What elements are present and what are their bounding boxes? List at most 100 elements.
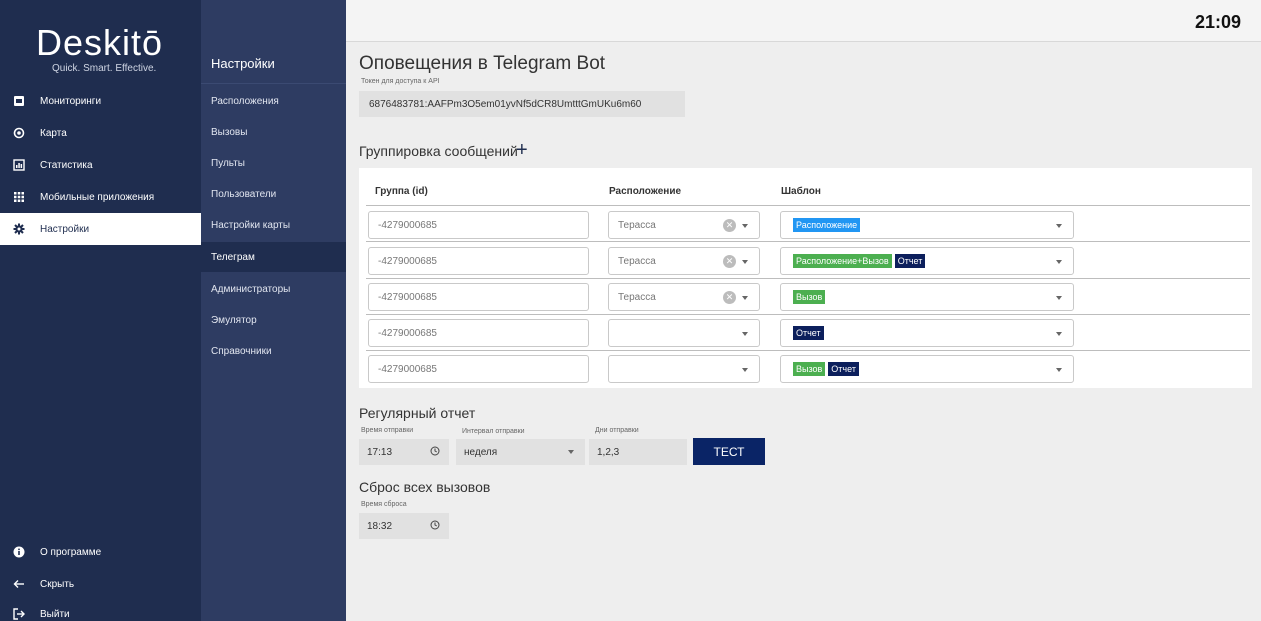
template-tag[interactable]: Отчет	[894, 254, 926, 268]
row-divider	[366, 278, 1250, 279]
sidebar-item-mobile-apps[interactable]: Мобильные приложения	[0, 181, 201, 213]
report-interval-value: неделя	[464, 446, 498, 458]
template-select[interactable]: Отчет	[780, 319, 1074, 347]
template-tag[interactable]: Вызов	[793, 362, 826, 376]
location-select[interactable]	[608, 355, 760, 383]
reset-time-field[interactable]: 18:32	[359, 513, 449, 539]
clock-icon	[430, 446, 440, 459]
settings-subnav: Настройки Расположения Вызовы Пульты Пол…	[201, 0, 346, 621]
sidebar-item-label: О программе	[40, 546, 102, 558]
chevron-down-icon[interactable]	[742, 296, 748, 300]
sidebar-item-monitoring[interactable]: Мониторинги	[0, 85, 201, 117]
template-select[interactable]: Расположение+Вызов Отчет	[780, 247, 1074, 275]
gear-icon	[12, 222, 26, 236]
main-sidebar: Deskitō Quick. Smart. Effective. Монитор…	[0, 0, 201, 621]
page-title: Оповещения в Telegram Bot	[359, 53, 606, 74]
chevron-down-icon[interactable]	[1056, 368, 1062, 372]
group-id-input[interactable]: -4279000685	[368, 211, 589, 239]
report-days-label: Дни отправки	[595, 427, 639, 434]
column-header-location: Расположение	[609, 186, 682, 197]
reset-time-value: 18:32	[367, 520, 393, 532]
sidebar-item-label: Мобильные приложения	[40, 191, 155, 203]
clock: 21:09	[1194, 12, 1241, 32]
chevron-down-icon[interactable]	[1056, 260, 1062, 264]
sidebar-item-label: Статистика	[40, 159, 93, 171]
grouping-table: Группа (id) Расположение Шаблон -4279000…	[359, 168, 1252, 388]
row-divider	[366, 241, 1250, 242]
chevron-down-icon[interactable]	[742, 368, 748, 372]
app-tagline: Quick. Smart. Effective.	[52, 63, 157, 74]
subnav-title: Настройки	[201, 44, 346, 84]
sidebar-item-logout[interactable]: Выйти	[0, 598, 201, 621]
column-header-group: Группа (id)	[375, 186, 428, 197]
clear-icon[interactable]: ✕	[723, 219, 736, 232]
column-header-template: Шаблон	[781, 186, 821, 197]
chevron-down-icon[interactable]	[1056, 296, 1062, 300]
template-tag[interactable]: Отчет	[828, 362, 859, 376]
monitor-icon	[12, 94, 26, 108]
chevron-down-icon[interactable]	[1056, 332, 1062, 336]
sidebar-item-statistics[interactable]: Статистика	[0, 149, 201, 181]
location-select[interactable]: Терасса ✕	[608, 283, 760, 311]
report-time-field[interactable]: 17:13	[359, 439, 449, 465]
chevron-down-icon[interactable]	[742, 332, 748, 336]
template-tag[interactable]: Расположение+Вызов	[793, 254, 892, 268]
sidebar-item-hide[interactable]: Скрыть	[0, 568, 201, 600]
add-group-button[interactable]: +	[516, 140, 528, 160]
subnav-item-directories[interactable]: Справочники	[201, 336, 346, 366]
report-title: Регулярный отчет	[359, 405, 476, 421]
reset-title: Сброс всех вызовов	[359, 479, 491, 495]
location-value: Терасса	[618, 291, 656, 303]
sidebar-item-label: Карта	[40, 127, 67, 139]
clock-icon	[430, 520, 440, 533]
subnav-item-locations[interactable]: Расположения	[201, 86, 346, 116]
app-logo: Deskitō	[36, 22, 164, 63]
sidebar-item-about[interactable]: О программе	[0, 536, 201, 568]
group-id-input[interactable]: -4279000685	[368, 247, 589, 275]
report-days-field[interactable]: 1,2,3	[589, 439, 687, 465]
chevron-down-icon[interactable]	[742, 224, 748, 228]
template-select[interactable]: Расположение	[780, 211, 1074, 239]
test-button[interactable]: ТЕСТ	[693, 438, 765, 465]
template-tag[interactable]: Расположение	[793, 218, 861, 232]
clear-icon[interactable]: ✕	[723, 255, 736, 268]
location-select[interactable]: Терасса ✕	[608, 211, 760, 239]
subnav-item-emulator[interactable]: Эмулятор	[201, 305, 346, 335]
template-tag[interactable]: Отчет	[793, 326, 824, 340]
location-select[interactable]: Терасса ✕	[608, 247, 760, 275]
subnav-item-consoles[interactable]: Пульты	[201, 148, 346, 178]
sidebar-item-label: Настройки	[40, 223, 90, 235]
group-id-input[interactable]: -4279000685	[368, 355, 589, 383]
subnav-item-map-settings[interactable]: Настройки карты	[201, 210, 346, 240]
location-select[interactable]	[608, 319, 760, 347]
subnav-item-admins[interactable]: Администраторы	[201, 274, 346, 304]
subnav-item-calls[interactable]: Вызовы	[201, 117, 346, 147]
template-select[interactable]: Вызов	[780, 283, 1074, 311]
template-select[interactable]: Вызов Отчет	[780, 355, 1074, 383]
report-time-value: 17:13	[367, 446, 393, 458]
token-field[interactable]: 6876483781:AAFPm3O5em01yvNf5dCR8UmtttGmU…	[359, 91, 685, 117]
group-id-input[interactable]: -4279000685	[368, 283, 589, 311]
chevron-down-icon[interactable]	[1056, 224, 1062, 228]
top-bar: 21:09	[201, 0, 1261, 42]
chevron-down-icon[interactable]	[742, 260, 748, 264]
location-value: Терасса	[618, 255, 656, 267]
location-value: Терасса	[618, 219, 656, 231]
report-time-label: Время отправки	[361, 427, 414, 434]
subnav-item-users[interactable]: Пользователи	[201, 179, 346, 209]
report-interval-select[interactable]: неделя	[456, 439, 585, 465]
reset-time-label: Время сброса	[361, 501, 407, 508]
sidebar-item-map[interactable]: Карта	[0, 117, 201, 149]
sidebar-item-settings[interactable]: Настройки	[0, 213, 201, 245]
sidebar-item-label: Скрыть	[40, 578, 75, 590]
subnav-item-telegram[interactable]: Телеграм	[201, 242, 346, 272]
chart-icon	[12, 158, 26, 172]
template-tag[interactable]: Вызов	[793, 290, 826, 304]
chevron-down-icon	[568, 450, 574, 454]
map-target-icon	[12, 126, 26, 140]
row-divider	[366, 205, 1250, 206]
apps-grid-icon	[12, 190, 26, 204]
clear-icon[interactable]: ✕	[723, 291, 736, 304]
group-id-input[interactable]: -4279000685	[368, 319, 589, 347]
token-label: Токен для доступа к API	[361, 78, 440, 85]
